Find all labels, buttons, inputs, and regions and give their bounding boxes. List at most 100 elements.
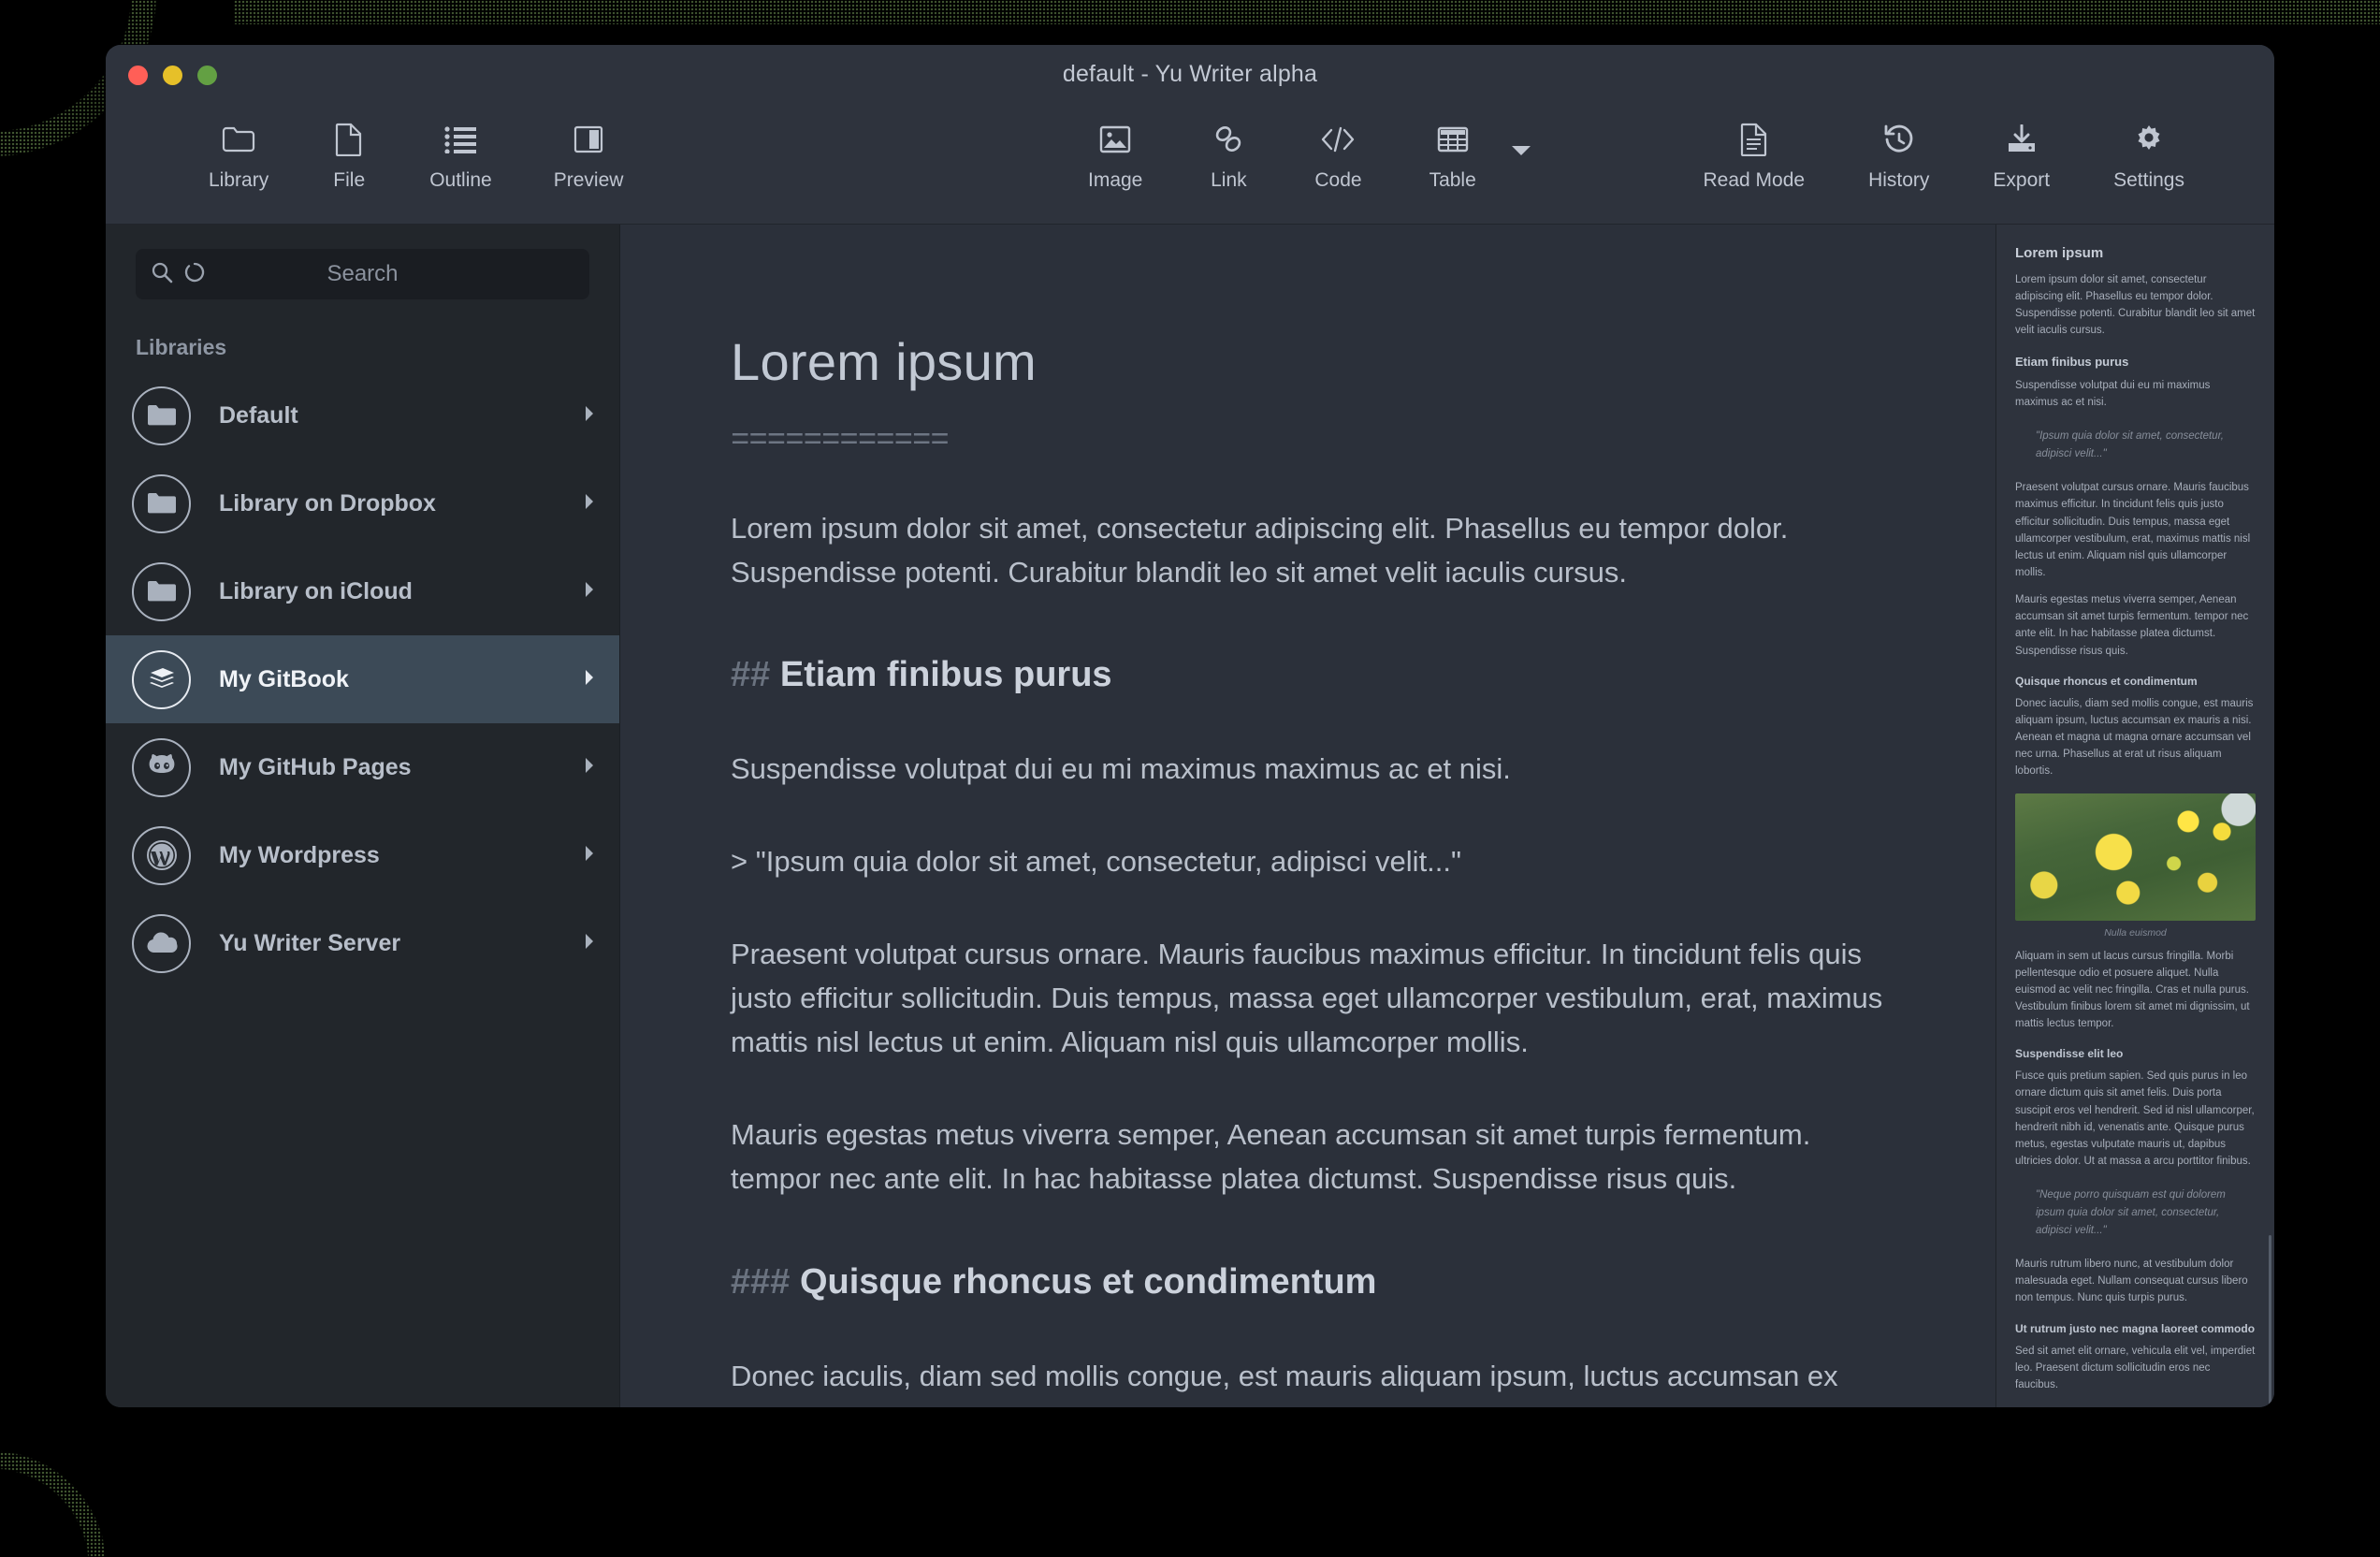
- preview-heading-1: Lorem ipsum: [2015, 245, 2104, 261]
- chevron-right-icon: [584, 933, 595, 954]
- toolbar-button-settings[interactable]: Settings: [2113, 103, 2184, 192]
- document-lines-icon: [1740, 120, 1768, 159]
- toolbar-label: Export: [1993, 169, 2051, 191]
- preview-paragraph: Mauris egestas metus viverra semper, Aen…: [2015, 594, 2249, 657]
- heading-text: Etiam finibus purus: [779, 655, 1112, 695]
- libraries-list: Default Library on Dropbox Library on iC…: [106, 371, 619, 1407]
- toolbar-button-outline[interactable]: Outline: [429, 103, 492, 192]
- chevron-right-icon: [584, 845, 595, 866]
- toolbar-label: Settings: [2113, 169, 2184, 191]
- sidebar-item-label: My GitBook: [219, 665, 349, 692]
- preview-paragraph: Donec iaculis, diam sed mollis congue, e…: [2015, 697, 2254, 778]
- image-icon: [1099, 120, 1131, 159]
- editor-paragraph: Suspendisse volutpat dui eu mi maximus m…: [731, 752, 1511, 786]
- main-toolbar: Library File Outline Preview Image Link …: [106, 103, 2274, 225]
- sidebar: Libraries Default: [106, 225, 620, 1407]
- toolbar-button-link[interactable]: Link: [1210, 103, 1247, 192]
- toolbar-label: Library: [209, 169, 269, 191]
- file-icon: [335, 120, 363, 159]
- search-container: [106, 225, 619, 299]
- toolbar-button-table[interactable]: Table: [1429, 103, 1476, 192]
- editor-paragraph: Lorem ipsum dolor sit amet, consectetur …: [731, 511, 1789, 589]
- sidebar-item-my-gitbook[interactable]: My GitBook: [106, 635, 619, 723]
- sidebar-item-label: Yu Writer Server: [219, 929, 401, 956]
- list-icon: [444, 120, 477, 159]
- toolbar-label: Code: [1314, 169, 1362, 191]
- wallpaper-speckle-bottom-left: [0, 1445, 112, 1557]
- sidebar-item-library-on-icloud[interactable]: Library on iCloud: [106, 547, 619, 635]
- history-clock-icon: [1883, 120, 1915, 159]
- desktop-background: default - Yu Writer alpha Library File O…: [0, 0, 2380, 1557]
- sidebar-item-label: Library on iCloud: [219, 577, 413, 604]
- preview-heading-3: Quisque rhoncus et condimentum: [2015, 674, 2198, 688]
- preview-figure: Nulla euismod: [2015, 793, 2256, 939]
- chevron-right-icon: [584, 669, 595, 691]
- sidebar-item-label: Default: [219, 401, 298, 429]
- folder-icon: [222, 120, 255, 159]
- editor-content: Lorem ipsum ============ Lorem ipsum dol…: [620, 225, 1995, 1407]
- editor-paragraph: Donec iaculis, diam sed mollis congue, e…: [731, 1359, 1838, 1407]
- setext-underline: ============: [731, 423, 950, 459]
- toolbar-button-code[interactable]: Code: [1314, 103, 1362, 192]
- toolbar-label: Read Mode: [1703, 169, 1806, 191]
- preview-paragraph: Suspendisse volutpat dui eu mi maximus m…: [2015, 379, 2211, 408]
- figure-caption: Nulla euismod: [2104, 926, 2167, 939]
- preview-blockquote: "Ipsum quia dolor sit amet, consectetur,…: [2036, 429, 2224, 459]
- preview-panel-icon: [573, 120, 603, 159]
- window-titlebar: default - Yu Writer alpha: [106, 45, 2274, 103]
- search-box[interactable]: [136, 249, 589, 299]
- window-title: default - Yu Writer alpha: [1062, 61, 1318, 87]
- gear-icon: [2133, 120, 2165, 159]
- editor-heading-h3: ### Quisque rhoncus et condimentum: [731, 1259, 1883, 1305]
- chevron-down-icon: [1511, 131, 1531, 170]
- toolbar-button-preview[interactable]: Preview: [554, 103, 623, 192]
- window-body: Libraries Default: [106, 225, 2274, 1407]
- chevron-right-icon: [584, 757, 595, 778]
- sidebar-item-my-wordpress[interactable]: My Wordpress: [106, 811, 619, 899]
- sidebar-item-label: My GitHub Pages: [219, 753, 412, 780]
- preview-paragraph: Lorem ipsum dolor sit amet, consectetur …: [2015, 274, 2256, 337]
- preview-panel[interactable]: Lorem ipsum Lorem ipsum dolor sit amet, …: [1995, 225, 2274, 1407]
- toolbar-button-file[interactable]: File: [330, 103, 368, 192]
- toolbar-label: Link: [1211, 169, 1247, 191]
- folder-icon: [132, 561, 191, 621]
- table-dropdown-button[interactable]: [1502, 103, 1540, 170]
- editor-blockquote: > "Ipsum quia dolor sit amet, consectetu…: [731, 840, 1883, 884]
- heading-text: Quisque rhoncus et condimentum: [799, 1261, 1377, 1302]
- preview-scrollbar[interactable]: [2269, 1235, 2271, 1407]
- sidebar-item-library-on-dropbox[interactable]: Library on Dropbox: [106, 459, 619, 547]
- sidebar-item-label: My Wordpress: [219, 841, 380, 868]
- wordpress-icon: [132, 825, 191, 885]
- toolbar-center-group: Image Link Code Table: [1088, 103, 1540, 224]
- preview-paragraph: Mauris rutrum libero nunc, at vestibulum…: [2015, 1259, 2248, 1304]
- sidebar-item-my-github-pages[interactable]: My GitHub Pages: [106, 723, 619, 811]
- toolbar-button-library[interactable]: Library: [209, 103, 268, 192]
- markdown-editor[interactable]: Lorem ipsum ============ Lorem ipsum dol…: [620, 225, 1995, 1407]
- sidebar-item-yu-writer-server[interactable]: Yu Writer Server: [106, 899, 619, 987]
- editor-paragraph: Praesent volutpat cursus ornare. Mauris …: [731, 938, 1883, 1059]
- document-title: Lorem ipsum: [731, 332, 1037, 391]
- folder-icon: [132, 473, 191, 533]
- toolbar-button-export[interactable]: Export: [1993, 103, 2050, 192]
- toolbar-label: File: [333, 169, 366, 191]
- toolbar-label: Outline: [429, 169, 492, 191]
- sidebar-item-default[interactable]: Default: [106, 371, 619, 459]
- libraries-section-title: Libraries: [136, 335, 227, 359]
- toolbar-button-history[interactable]: History: [1868, 103, 1929, 192]
- preview-paragraph: Praesent volutpat cursus ornare. Mauris …: [2015, 482, 2251, 578]
- preview-paragraph: Fusce quis pretium sapien. Sed quis puru…: [2015, 1070, 2255, 1168]
- toolbar-label: History: [1868, 169, 1930, 191]
- toolbar-left-group: Library File Outline Preview: [209, 103, 623, 224]
- export-download-icon: [2006, 120, 2038, 159]
- search-input[interactable]: [136, 249, 589, 299]
- heading-marker: ###: [731, 1261, 791, 1302]
- editor-paragraph: Mauris egestas metus viverra semper, Aen…: [731, 1118, 1811, 1196]
- toolbar-button-image[interactable]: Image: [1088, 103, 1142, 192]
- chevron-right-icon: [584, 405, 595, 427]
- toolbar-button-read-mode[interactable]: Read Mode: [1703, 103, 1805, 192]
- app-window: default - Yu Writer alpha Library File O…: [106, 45, 2274, 1407]
- github-icon: [132, 737, 191, 797]
- book-icon: [132, 649, 191, 709]
- blockquote-marker: >: [731, 844, 748, 878]
- preview-heading-2: Etiam finibus purus: [2015, 354, 2129, 369]
